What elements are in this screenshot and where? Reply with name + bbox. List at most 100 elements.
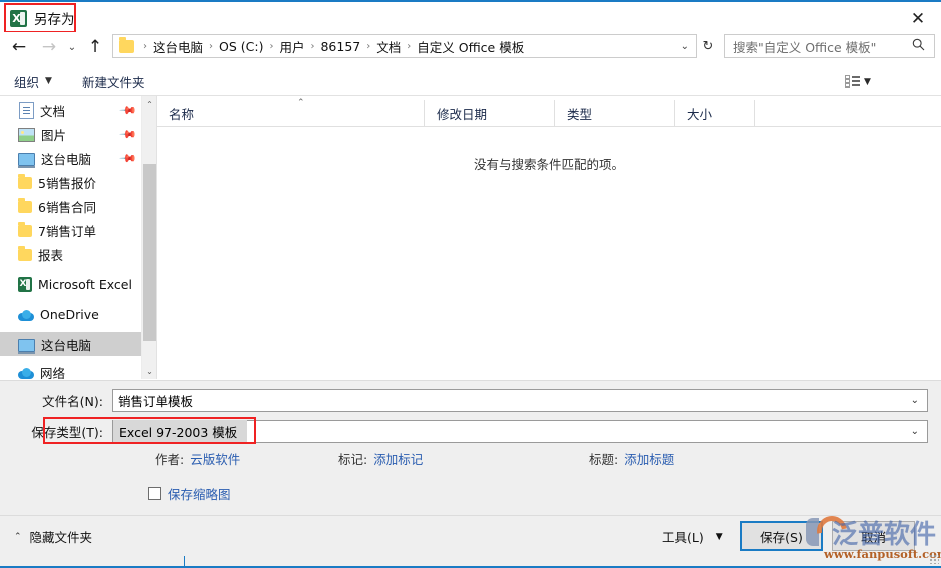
file-list-header: 名称 ⌃ 修改日期 类型 大小 xyxy=(157,98,941,126)
pin-icon: 📌 xyxy=(118,125,138,144)
search-box[interactable]: 搜索"自定义 Office 模板" xyxy=(724,34,935,58)
breadcrumb-item-5[interactable]: 自定义 Office 模板 xyxy=(416,37,525,56)
empty-list-message: 没有与搜索条件匹配的项。 xyxy=(473,157,624,172)
breadcrumb-item-4[interactable]: 文档 xyxy=(375,37,402,56)
scrollbar-thumb[interactable] xyxy=(143,164,156,341)
status-bar-divider xyxy=(184,556,185,566)
breadcrumb-item-2[interactable]: 用户 xyxy=(278,37,305,56)
chevron-down-icon[interactable]: ⌄ xyxy=(911,426,927,437)
tools-label: 工具(L) xyxy=(662,530,704,545)
divider xyxy=(157,126,941,127)
list-view-icon xyxy=(845,75,860,88)
filename-row: 文件名(N): 销售订单模板 ⌄ xyxy=(0,389,941,412)
folder-icon xyxy=(119,36,134,53)
tools-button[interactable]: 工具(L) ▼ xyxy=(662,527,723,546)
save-thumbnail-row[interactable]: 保存缩略图 xyxy=(148,484,231,503)
filename-value: 销售订单模板 xyxy=(118,394,194,409)
save-as-dialog: X 另存为 ✕ ← → ⌄ ↑ › 这台电脑 › OS (C:) › 用户 › … xyxy=(0,0,941,568)
chevron-down-icon: ▼ xyxy=(45,76,52,86)
sidebar-item-pictures[interactable]: 图片 📌 xyxy=(0,122,141,146)
sidebar-item-label: 网络 xyxy=(40,365,66,380)
save-thumbnail-checkbox[interactable] xyxy=(148,487,161,500)
document-icon xyxy=(19,101,34,119)
sidebar-item-label: 7销售订单 xyxy=(38,223,96,239)
sidebar-item-label: OneDrive xyxy=(40,306,99,322)
breadcrumb-item-1[interactable]: OS (C:) xyxy=(218,39,264,54)
title-value[interactable]: 添加标题 xyxy=(624,449,674,468)
author-label: 作者: xyxy=(155,452,185,467)
author-field[interactable]: 作者: 云版软件 xyxy=(155,449,240,468)
scroll-down-icon[interactable]: ⌄ xyxy=(142,363,157,379)
breadcrumb-separator: › xyxy=(366,40,371,52)
folder-icon xyxy=(18,222,32,237)
pin-icon: 📌 xyxy=(118,149,138,168)
title-field[interactable]: 标题: 添加标题 xyxy=(589,449,674,468)
sidebar-item-this-pc-pinned[interactable]: 这台电脑 📌 xyxy=(0,146,141,170)
tags-field[interactable]: 标记: 添加标记 xyxy=(338,449,423,468)
sidebar-item-network[interactable]: 网络 xyxy=(0,360,141,379)
sidebar-item-documents[interactable]: 文档 📌 xyxy=(0,98,141,122)
tags-label: 标记: xyxy=(338,452,368,467)
column-header-name[interactable]: 名称 ⌃ xyxy=(157,98,425,126)
search-input[interactable]: 搜索"自定义 Office 模板" xyxy=(725,37,876,56)
chevron-down-icon[interactable]: ⌄ xyxy=(911,395,927,406)
sidebar-item-label: 文档 xyxy=(40,103,66,119)
filetype-highlight-box xyxy=(43,417,256,444)
breadcrumb-item-0[interactable]: 这台电脑 xyxy=(152,37,204,56)
tags-value[interactable]: 添加标记 xyxy=(373,449,423,468)
new-folder-button[interactable]: 新建文件夹 xyxy=(82,66,145,96)
command-bar: 组织 ▼ 新建文件夹 ▼ ? xyxy=(0,66,941,156)
recent-locations-icon[interactable]: ⌄ xyxy=(62,32,82,62)
save-button[interactable]: 保存(S) xyxy=(740,521,823,551)
column-header-type[interactable]: 类型 xyxy=(555,100,675,126)
chevron-up-icon: ⌃ xyxy=(14,531,22,542)
breadcrumb-separator: › xyxy=(310,40,315,52)
breadcrumb-item-3[interactable]: 86157 xyxy=(319,39,361,54)
cancel-button[interactable]: 取消 xyxy=(832,521,915,551)
forward-icon[interactable]: → xyxy=(36,32,62,62)
sidebar-item-label: Microsoft Excel xyxy=(38,276,132,292)
chevron-down-icon: ▼ xyxy=(715,531,723,542)
filename-input[interactable]: 销售订单模板 ⌄ xyxy=(112,389,928,412)
computer-icon xyxy=(18,338,35,354)
title-label: 标题: xyxy=(589,452,619,467)
save-thumbnail-label: 保存缩略图 xyxy=(168,487,231,502)
dialog-footer: ⌃ 隐藏文件夹 工具(L) ▼ 保存(S) 取消 xyxy=(0,515,941,557)
sidebar-item-reports[interactable]: 报表 xyxy=(0,242,141,266)
back-icon[interactable]: ← xyxy=(6,32,32,62)
author-value[interactable]: 云版软件 xyxy=(190,449,240,468)
view-options-button[interactable]: ▼ xyxy=(845,71,881,92)
navigation-pane: 文档 📌 图片 📌 这台电脑 📌 5销售报价 6销售合同 7销售订单 报表 X … xyxy=(0,96,141,379)
up-icon[interactable]: ↑ xyxy=(82,32,108,62)
sidebar-item-label: 6销售合同 xyxy=(38,199,96,215)
picture-icon xyxy=(18,128,35,142)
pin-icon: 📌 xyxy=(118,101,138,120)
sidebar-item-folder-6[interactable]: 6销售合同 xyxy=(0,194,141,218)
refresh-icon[interactable]: ↻ xyxy=(697,34,719,58)
filename-label: 文件名(N): xyxy=(42,394,103,409)
scroll-up-icon[interactable]: ⌃ xyxy=(142,96,157,112)
chevron-down-icon[interactable]: ⌄ xyxy=(681,41,696,52)
sidebar-item-microsoft-excel[interactable]: X Microsoft Excel xyxy=(0,272,141,296)
column-label: 大小 xyxy=(687,106,713,122)
sort-ascending-icon: ⌃ xyxy=(297,98,305,108)
sidebar-item-label: 5销售报价 xyxy=(38,175,96,191)
sidebar-item-this-pc[interactable]: 这台电脑 xyxy=(0,332,141,356)
sidebar-item-folder-7[interactable]: 7销售订单 xyxy=(0,218,141,242)
address-bar[interactable]: › 这台电脑 › OS (C:) › 用户 › 86157 › 文档 › 自定义… xyxy=(112,34,697,58)
breadcrumb-separator: › xyxy=(269,40,274,52)
excel-icon: X xyxy=(18,276,32,292)
network-icon xyxy=(18,368,34,379)
column-header-size[interactable]: 大小 xyxy=(675,100,755,126)
save-form: 文件名(N): 销售订单模板 ⌄ 保存类型(T): Excel 97-2003 … xyxy=(0,380,941,516)
search-icon xyxy=(912,38,934,55)
document-properties-row: 作者: 云版软件 标记: 添加标记 标题: 添加标题 xyxy=(0,449,941,469)
sidebar-item-folder-5[interactable]: 5销售报价 xyxy=(0,170,141,194)
hide-folders-button[interactable]: ⌃ 隐藏文件夹 xyxy=(14,527,92,546)
column-header-date-modified[interactable]: 修改日期 xyxy=(425,100,555,126)
sidebar-scrollbar[interactable]: ⌃ ⌄ xyxy=(141,96,157,379)
close-icon[interactable]: ✕ xyxy=(895,4,941,34)
breadcrumb-separator: › xyxy=(209,40,214,52)
organize-button[interactable]: 组织 ▼ xyxy=(14,66,52,96)
sidebar-item-onedrive[interactable]: OneDrive xyxy=(0,302,141,326)
